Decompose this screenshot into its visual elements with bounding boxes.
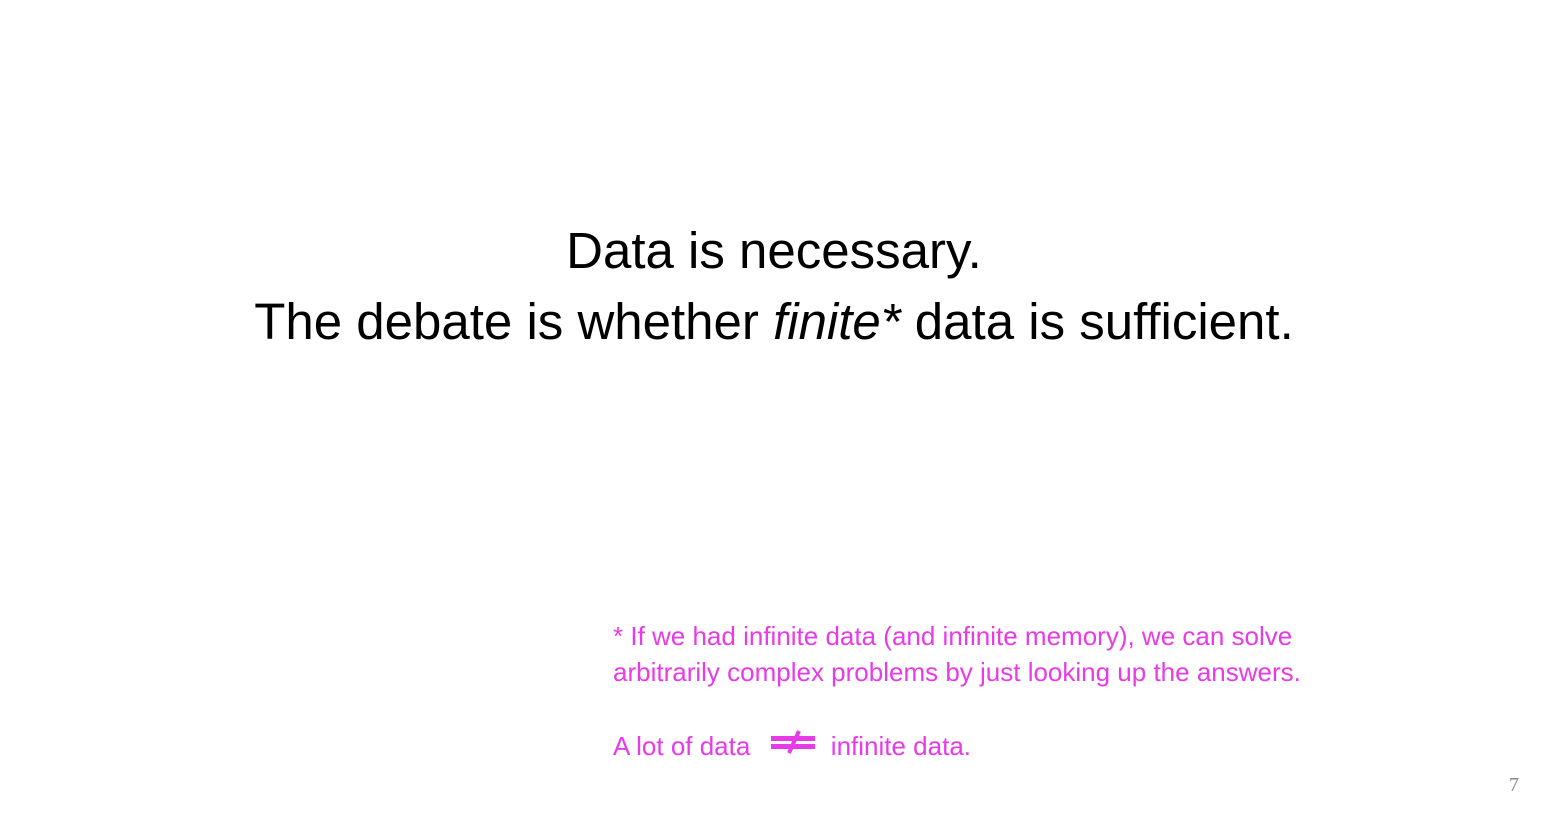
slide: Data is necessary. The debate is whether… (0, 0, 1548, 824)
headline: Data is necessary. The debate is whether… (0, 215, 1548, 357)
headline-line-2: The debate is whether finite* data is su… (0, 286, 1548, 357)
footnote-spacer (613, 690, 1301, 728)
headline-line-2-suffix: data is sufficient. (900, 293, 1294, 350)
headline-emphasis: finite* (773, 293, 901, 350)
not-equal-icon (770, 730, 815, 754)
comparison-line: A lot of data infinite data. (613, 728, 1301, 764)
page-number: 7 (1509, 774, 1519, 796)
headline-line-2-prefix: The debate is whether (254, 293, 774, 350)
footnote: * If we had infinite data (and infinite … (613, 618, 1301, 764)
headline-line-1: Data is necessary. (566, 222, 982, 279)
footnote-line-2: arbitrarily complex problems by just loo… (613, 657, 1301, 687)
comparison-left: A lot of data (613, 731, 751, 761)
footnote-line-1: * If we had infinite data (and infinite … (613, 621, 1293, 651)
comparison-right: infinite data. (830, 731, 972, 761)
